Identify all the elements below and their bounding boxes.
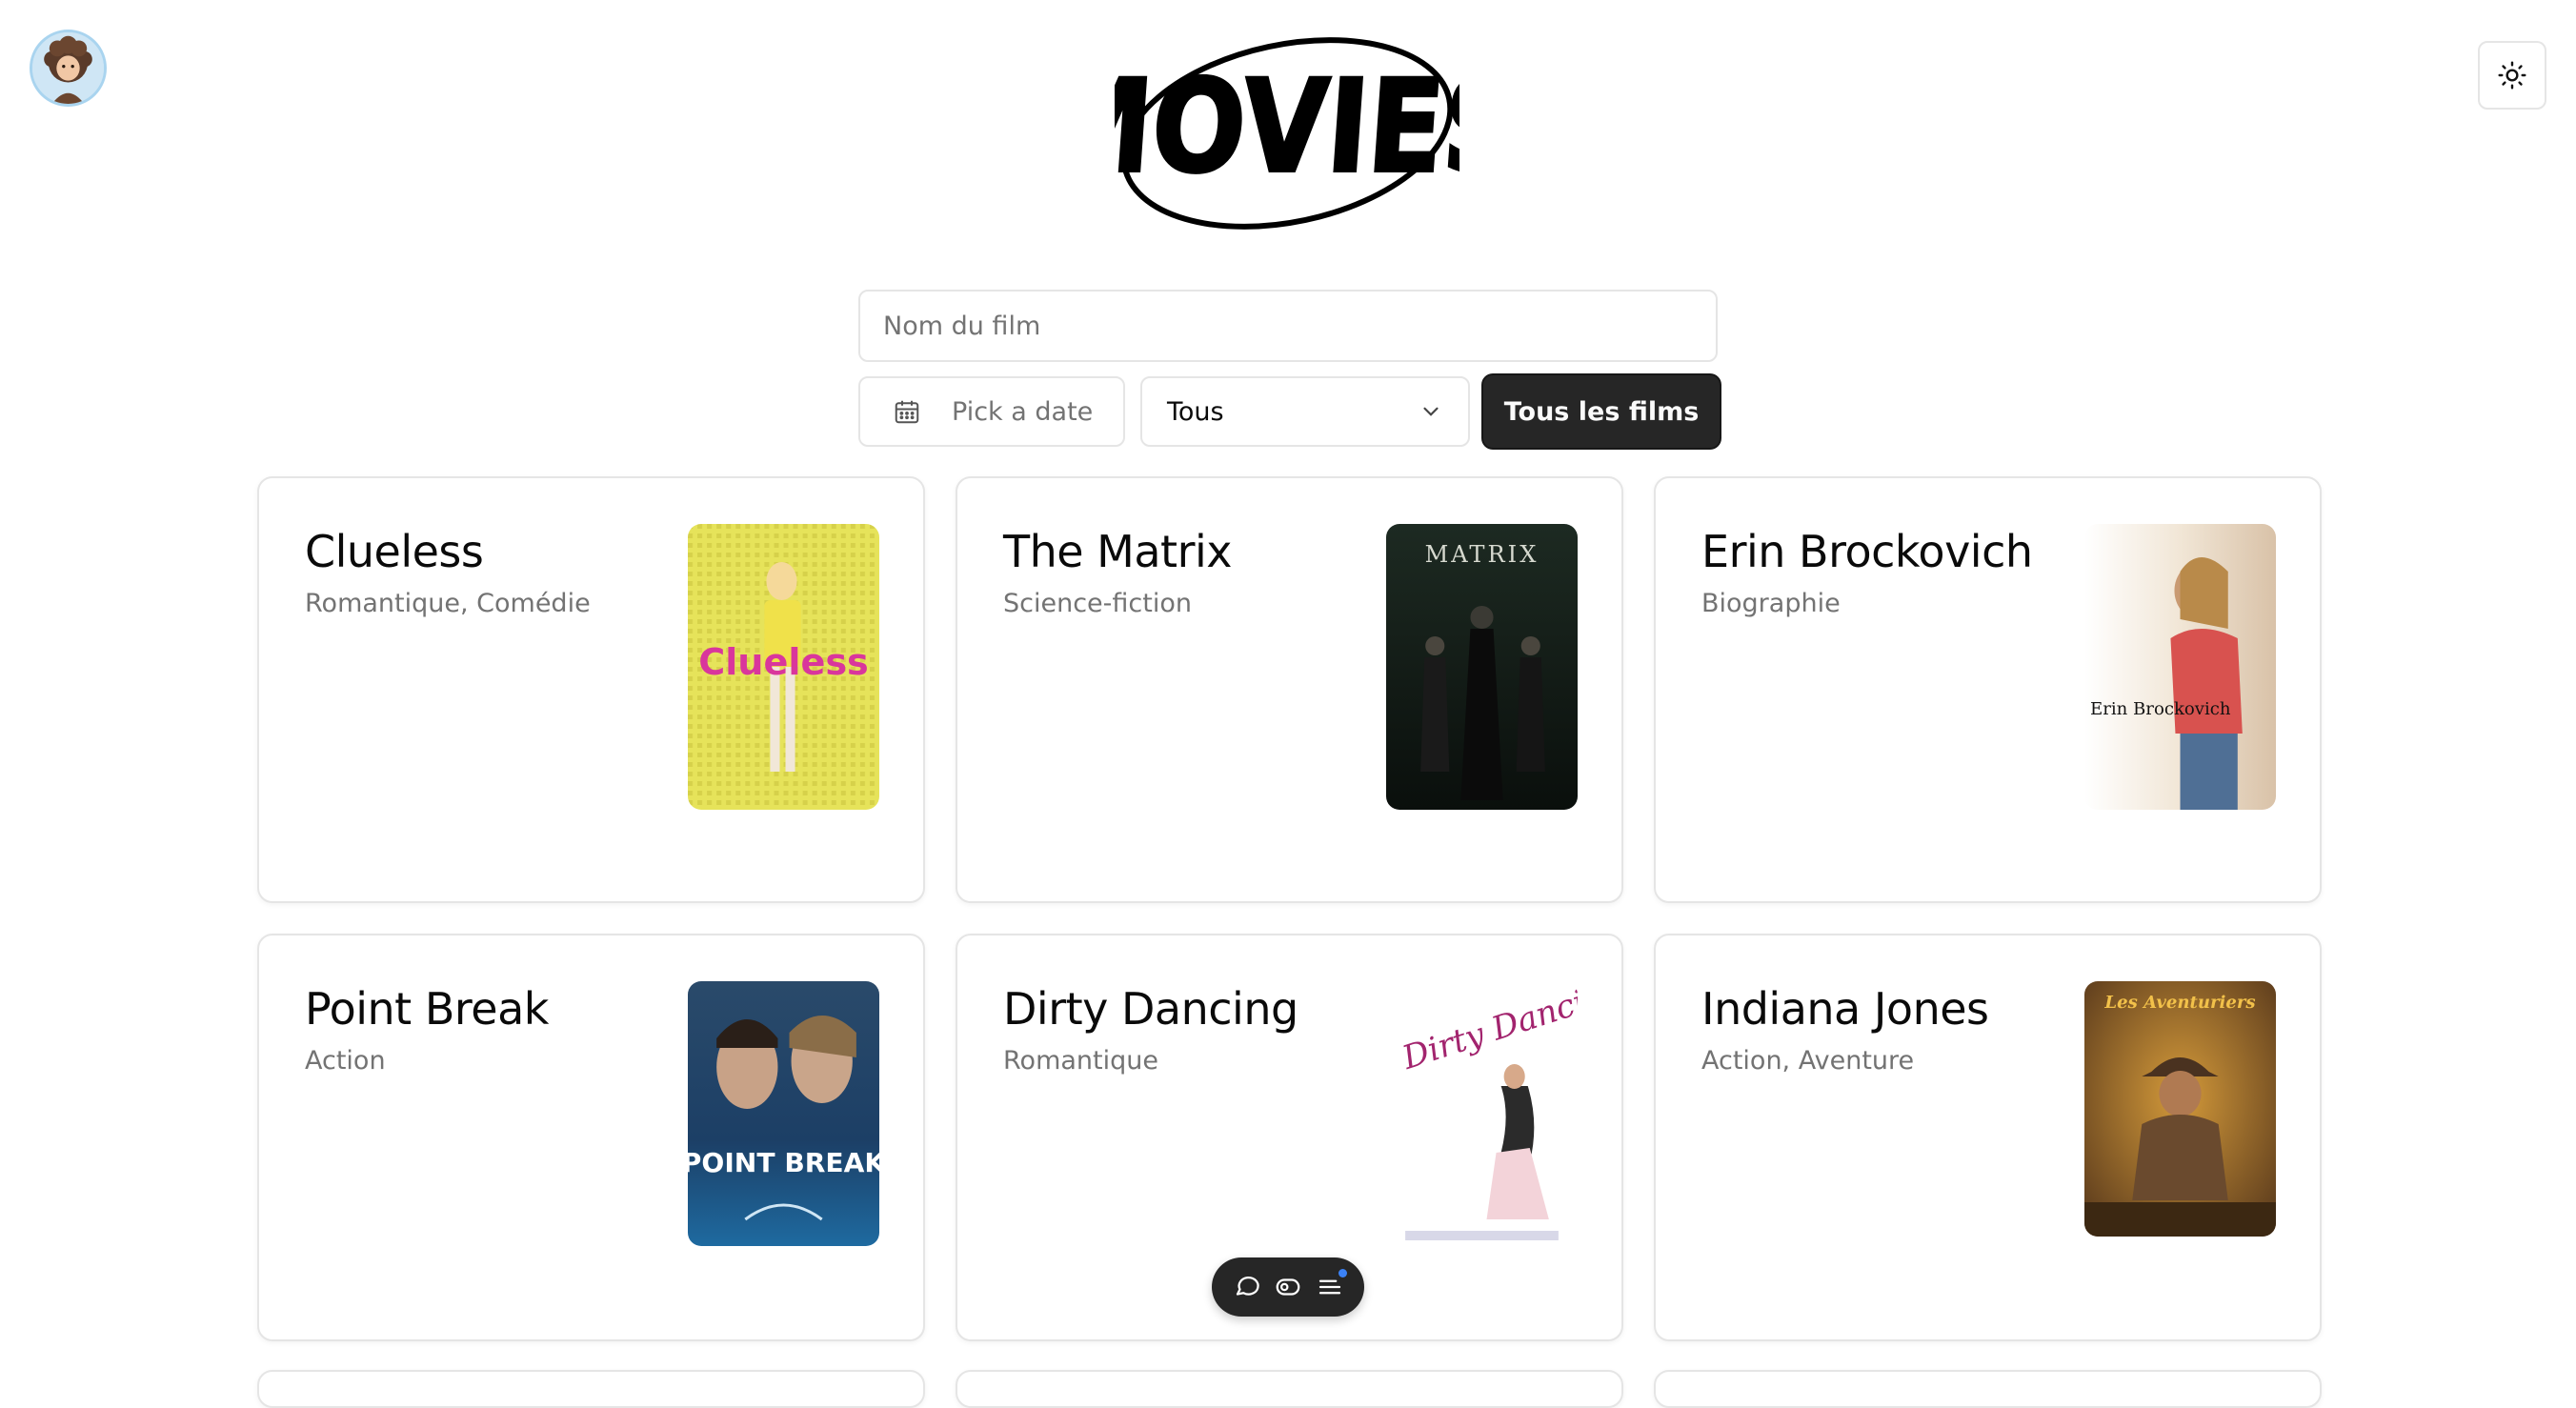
movie-genres: Biographie: [1701, 589, 1841, 618]
calendar-icon: [895, 400, 919, 424]
movie-search-input[interactable]: [858, 290, 1718, 362]
avatar-image: [32, 32, 104, 104]
movie-genres: Science-fiction: [1003, 589, 1192, 618]
movie-card-point-break[interactable]: Point Break Action POINT BREAK: [257, 934, 925, 1341]
movie-title: Indiana Jones: [1701, 983, 1989, 1035]
avatar[interactable]: [30, 30, 107, 107]
movie-genres: Action: [305, 1046, 386, 1076]
toggle-icon[interactable]: [1274, 1273, 1302, 1301]
date-picker-label: Pick a date: [952, 396, 1094, 427]
genre-select[interactable]: Tous: [1140, 376, 1470, 447]
movie-poster: POINT BREAK: [688, 981, 879, 1246]
movie-title: Point Break: [305, 983, 549, 1035]
movie-title: The Matrix: [1003, 526, 1233, 577]
sun-icon: [2498, 61, 2526, 90]
genre-select-value: Tous: [1167, 396, 1224, 427]
movie-card-next-row[interactable]: [257, 1370, 925, 1408]
poster-title-text: POINT BREAK: [688, 1147, 879, 1178]
poster-title-text: Les Aventuriers: [2103, 993, 2255, 1013]
floating-toolbar: [1212, 1257, 1364, 1317]
movie-card-clueless[interactable]: Clueless Romantique, Comédie Clueless: [257, 476, 925, 903]
movie-card-next-row[interactable]: [956, 1370, 1623, 1408]
poster-title-text: Clueless: [698, 641, 869, 683]
chevron-down-icon: [1423, 407, 1439, 416]
date-picker-button[interactable]: Pick a date: [858, 376, 1125, 447]
movie-title: Erin Brockovich: [1701, 526, 2033, 577]
movie-title: Dirty Dancing: [1003, 983, 1298, 1035]
menu-icon[interactable]: [1316, 1269, 1347, 1301]
movie-poster: MATRIX: [1386, 524, 1578, 810]
logo-text: MOVIES: [1115, 52, 1459, 202]
movie-poster: Erin Brockovich: [2084, 524, 2276, 810]
site-logo: MOVIES: [1036, 34, 1529, 232]
poster-title-text: Erin Brockovich: [2090, 699, 2231, 719]
movie-genres: Romantique, Comédie: [305, 589, 591, 618]
movie-card-indiana-jones[interactable]: Indiana Jones Action, Aventure Les Avent…: [1654, 934, 2322, 1341]
movie-poster: Clueless: [688, 524, 879, 810]
movie-title: Clueless: [305, 526, 484, 577]
movie-genres: Action, Aventure: [1701, 1046, 1915, 1076]
poster-title-text: MATRIX: [1425, 541, 1540, 568]
notification-dot: [1338, 1269, 1347, 1277]
movie-card-the-matrix[interactable]: The Matrix Science-fiction MATRIX: [956, 476, 1623, 903]
chat-icon[interactable]: [1233, 1273, 1261, 1301]
movie-poster: Dirty Dancing: [1386, 981, 1578, 1246]
movie-card-next-row[interactable]: [1654, 1370, 2322, 1408]
all-films-button[interactable]: Tous les films: [1483, 375, 1720, 448]
movie-poster: Les Aventuriers: [2084, 981, 2276, 1237]
movie-card-erin-brockovich[interactable]: Erin Brockovich Biographie Erin Brockovi…: [1654, 476, 2322, 903]
theme-toggle-button[interactable]: [2478, 41, 2546, 110]
movie-genres: Romantique: [1003, 1046, 1158, 1076]
